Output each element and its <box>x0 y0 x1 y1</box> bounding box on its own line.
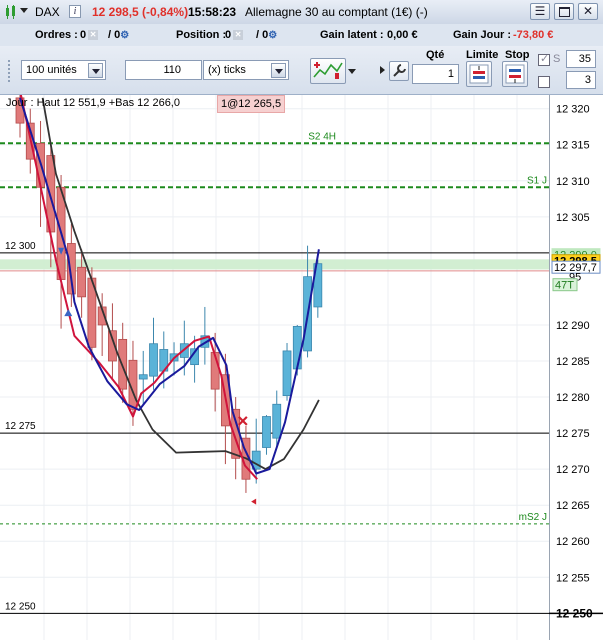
price-axis-tick-label: 12 255 <box>556 572 590 584</box>
window-maximize-button[interactable] <box>554 3 574 20</box>
orders-settings-icon[interactable]: ⚙ <box>120 30 129 41</box>
gain-jour-value: -73,80 € <box>513 29 554 41</box>
position-value: 0 ✕ <box>225 29 244 41</box>
p-value-input[interactable]: 3 <box>566 71 596 89</box>
price-axis-tick-label: 12 290 <box>556 320 590 332</box>
candle-body <box>272 403 282 439</box>
cancel-orders-icon[interactable]: ✕ <box>88 30 99 41</box>
price-axis-tick-label: 12 285 <box>556 356 590 368</box>
instrument-info-button[interactable]: i <box>69 5 81 18</box>
price-axis-tick-label: 12 265 <box>556 500 590 512</box>
candle-body <box>149 343 158 377</box>
stop-label: Stop <box>505 49 530 61</box>
stop-order-icon <box>505 64 525 84</box>
chevron-down-icon[interactable] <box>88 63 103 78</box>
last-price-change: 12 298,5 (-0,84%) <box>92 5 189 19</box>
price-axis-tick-label: 12 280 <box>556 392 590 404</box>
maximize-icon <box>558 7 570 17</box>
level-line-label: 12 250 <box>5 601 36 612</box>
candle-body <box>77 266 87 298</box>
position-settings-icon[interactable]: ⚙ <box>268 30 277 41</box>
window-menu-button[interactable]: ☰ <box>530 3 550 20</box>
toolbar-scroll-arrow[interactable] <box>380 66 385 74</box>
price-axis-tick-label: 12 315 <box>556 140 590 152</box>
clock-time: 15:58:23 <box>188 5 237 19</box>
limit-order-icon <box>469 64 489 84</box>
instrument-name[interactable]: DAX <box>35 5 60 19</box>
quantity-value: 1 <box>447 68 454 80</box>
title-bar: DAX i 12 298,5 (-0,84%) 15:58:23 Allemag… <box>0 0 603 25</box>
close-position-icon[interactable]: ✕ <box>233 30 244 41</box>
wrench-icon <box>393 64 406 77</box>
checkmark-icon: ✓ <box>540 53 550 65</box>
limit-order-button[interactable] <box>466 61 492 87</box>
price-chart[interactable]: 12 300 12 275 12 250 S2 4H S1 J mS2 J 12 320 12… <box>0 90 603 640</box>
level-line-label: 12 275 <box>5 421 36 432</box>
price-axis-tick-label: 12 305 <box>556 212 590 224</box>
pivot-level-label: mS2 J <box>519 512 547 523</box>
position-count-2: / 0 <box>256 29 269 41</box>
gain-latent-label: Gain latent : <box>320 29 384 41</box>
instrument-description: Allemagne 30 au comptant (1€) (-) <box>245 5 428 19</box>
menu-list-icon: ☰ <box>534 4 546 18</box>
gain-latent-value: 0,00 € <box>387 29 418 41</box>
s-value-input[interactable]: 35 <box>566 50 596 68</box>
price-axis-tick-label: 12 320 <box>556 104 590 116</box>
ticks-value-input[interactable]: 110 <box>125 60 202 80</box>
orders-value-secondary: / 0⚙ <box>108 29 129 41</box>
quantity-label: Qté <box>426 49 445 61</box>
order-settings-button[interactable] <box>389 61 409 81</box>
candle-body <box>292 326 302 370</box>
instrument-dropdown-icon[interactable] <box>20 8 28 13</box>
price-axis-tick-label: 12 275 <box>556 428 590 440</box>
toolbar-grip <box>8 60 14 82</box>
chart-info-line: Jour : Haut 12 551,9 +Bas 12 266,0 <box>6 97 180 109</box>
price-axis-tick-label: 12 260 <box>556 536 590 548</box>
pivot-level-label: S2 4H <box>308 131 336 142</box>
ticks-unit-select[interactable]: (x) ticks <box>203 60 289 80</box>
limit-label: Limite <box>466 49 499 61</box>
orders-label: Ordres : <box>35 29 78 41</box>
price-tag-label: 47T <box>555 280 574 292</box>
order-toolbar: 100 unités 110 (x) ticks Qté 1 Limite St… <box>0 46 603 95</box>
level-line-label: 12 300 <box>5 241 36 252</box>
quantity-units-select[interactable]: 100 unités <box>21 60 106 80</box>
quantity-units-value: 100 unités <box>26 64 77 76</box>
candle-body <box>282 350 292 397</box>
order-tag[interactable]: 1@12 265,5 <box>217 95 286 113</box>
chart-tools-icon <box>313 62 343 79</box>
window-close-button[interactable]: ✕ <box>578 3 598 20</box>
chevron-down-icon[interactable] <box>271 63 286 78</box>
price-axis-major-label: 12 250 <box>556 606 593 620</box>
position-value-secondary: / 0⚙ <box>256 29 277 41</box>
p-checkbox[interactable] <box>538 76 550 88</box>
price-axis-tick-label: 12 270 <box>556 464 590 476</box>
chart-canvas[interactable]: 12 300 12 275 12 250 S2 4H S1 J mS2 J 12 320 12… <box>0 90 603 640</box>
position-count: 0 <box>225 29 232 41</box>
gain-jour-label: Gain Jour : <box>453 29 512 41</box>
p-value: 3 <box>584 74 591 86</box>
account-info-bar: Ordres : 0 ✕ / 0⚙ Position : 0 ✕ / 0⚙ Gain… <box>0 24 603 47</box>
orders-value: 0 ✕ <box>80 29 99 41</box>
position-label: Position : <box>176 29 227 41</box>
candles-app-icon <box>6 5 15 19</box>
orders-count-2: / 0 <box>108 29 121 41</box>
s-checkbox[interactable]: ✓ <box>538 53 550 66</box>
chart-app-icon <box>4 5 18 19</box>
pivot-level-label: S1 J <box>527 175 547 186</box>
plot-background <box>0 95 549 640</box>
chart-tools-button[interactable] <box>310 58 346 84</box>
s-label: S <box>553 53 561 65</box>
orders-count: 0 <box>80 29 87 41</box>
stop-order-button[interactable] <box>502 61 528 87</box>
ticks-value: 110 <box>163 64 181 76</box>
quantity-input[interactable]: 1 <box>412 64 459 84</box>
ticks-unit-value: (x) ticks <box>208 64 246 76</box>
candle-body <box>262 416 271 448</box>
s-value: 35 <box>578 53 591 65</box>
chart-tools-dropdown-icon[interactable] <box>348 69 356 74</box>
close-icon: ✕ <box>582 4 594 18</box>
price-axis-tick-label: 12 310 <box>556 176 590 188</box>
candle-body <box>138 374 148 380</box>
